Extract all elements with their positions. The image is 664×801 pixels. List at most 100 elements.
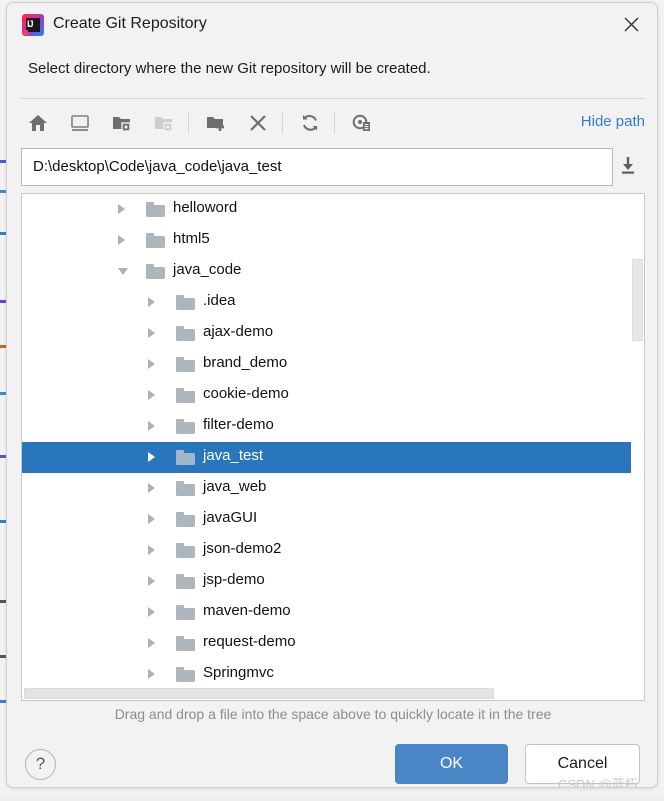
tree-row-list: helloword html5 java_code .idea ajax-demo bra… <box>22 194 644 690</box>
folder-icon <box>176 295 195 310</box>
toolbar-divider <box>282 112 283 134</box>
show-hidden-icon[interactable] <box>347 109 377 137</box>
tree-row[interactable]: java_test <box>22 442 644 473</box>
new-folder-icon[interactable] <box>201 109 231 137</box>
tree-row[interactable]: json-demo2 <box>22 535 644 566</box>
tree-row[interactable]: Springmvc <box>22 659 644 690</box>
chevron-right-icon[interactable] <box>148 607 155 617</box>
tree-row-label: javaGUI <box>203 509 258 526</box>
toolbar-divider <box>334 112 335 134</box>
chevron-right-icon[interactable] <box>148 514 155 524</box>
background-text <box>18 789 21 801</box>
tree-row-label: brand_demo <box>203 354 288 371</box>
path-input-value: D:\desktop\Code\java_code\java_test <box>33 158 282 175</box>
tree-row[interactable]: request-demo <box>22 628 644 659</box>
chevron-right-icon[interactable] <box>148 328 155 338</box>
tree-row-label: request-demo <box>203 633 296 650</box>
folder-icon <box>176 419 195 434</box>
chevron-right-icon[interactable] <box>148 359 155 369</box>
folder-icon <box>176 388 195 403</box>
chevron-right-icon[interactable] <box>148 545 155 555</box>
tree-row-label: .idea <box>203 292 236 309</box>
toolbar-divider <box>188 112 189 134</box>
folder-icon <box>176 636 195 651</box>
folder-icon <box>146 233 165 248</box>
chevron-down-icon[interactable] <box>118 268 128 275</box>
folder-icon <box>176 357 195 372</box>
tree-row-label: json-demo2 <box>203 540 282 557</box>
folder-icon <box>176 574 195 589</box>
module-folder-icon <box>149 109 179 137</box>
chevron-right-icon[interactable] <box>148 638 155 648</box>
home-icon[interactable] <box>23 109 53 137</box>
tree-row-label: java_web <box>203 478 267 495</box>
tree-row-label: java_code <box>173 261 242 278</box>
chevron-right-icon[interactable] <box>148 576 155 586</box>
tree-row[interactable]: cookie-demo <box>22 380 644 411</box>
scrollbar-thumb-vertical[interactable] <box>632 259 643 341</box>
tree-row-label: filter-demo <box>203 416 274 433</box>
chevron-right-icon[interactable] <box>148 421 155 431</box>
tree-row[interactable]: .idea <box>22 287 644 318</box>
path-row: D:\desktop\Code\java_code\java_test <box>21 148 645 188</box>
directory-tree[interactable]: helloword html5 java_code .idea ajax-demo bra… <box>21 193 645 701</box>
path-input[interactable]: D:\desktop\Code\java_code\java_test <box>21 148 613 186</box>
desktop-icon[interactable] <box>65 109 95 137</box>
watermark: CSDN @蓝朽 <box>558 777 638 788</box>
hide-path-link[interactable]: Hide path <box>581 113 645 130</box>
chevron-right-icon[interactable] <box>148 669 155 679</box>
chevron-right-icon[interactable] <box>148 297 155 307</box>
chevron-right-icon[interactable] <box>148 390 155 400</box>
tree-row[interactable]: filter-demo <box>22 411 644 442</box>
tree-row-label: Springmvc <box>203 664 274 681</box>
dialog-title: Create Git Repository <box>53 15 207 32</box>
tree-row[interactable]: jsp-demo <box>22 566 644 597</box>
folder-icon <box>146 202 165 217</box>
help-button[interactable]: ? <box>25 749 56 780</box>
ok-button[interactable]: OK <box>395 744 508 784</box>
download-arrow-icon[interactable] <box>617 154 645 182</box>
create-git-repository-dialog: IJ Create Git Repository Select director… <box>6 2 658 788</box>
file-chooser-toolbar: Hide path <box>21 105 645 141</box>
chevron-right-icon[interactable] <box>118 204 125 214</box>
refresh-icon[interactable] <box>295 109 325 137</box>
folder-icon <box>176 605 195 620</box>
close-icon[interactable] <box>615 9 647 39</box>
folder-icon <box>146 264 165 279</box>
tree-row[interactable]: ajax-demo <box>22 318 644 349</box>
tree-row[interactable]: helloword <box>22 194 644 225</box>
tree-row[interactable]: java_web <box>22 473 644 504</box>
dialog-prompt: Select directory where the new Git repos… <box>28 60 431 77</box>
tree-row[interactable]: brand_demo <box>22 349 644 380</box>
tree-row-label: helloword <box>173 199 238 216</box>
tree-row-label: cookie-demo <box>203 385 289 402</box>
tree-row[interactable]: java_code <box>22 256 644 287</box>
tree-row-label: maven-demo <box>203 602 291 619</box>
chevron-right-icon[interactable] <box>118 235 125 245</box>
delete-icon[interactable] <box>243 109 273 137</box>
folder-icon <box>176 326 195 341</box>
tree-row-label: jsp-demo <box>203 571 265 588</box>
tree-horizontal-scrollbar[interactable] <box>22 687 631 700</box>
scrollbar-thumb-horizontal[interactable] <box>24 688 494 699</box>
tree-row[interactable]: maven-demo <box>22 597 644 628</box>
folder-icon <box>176 543 195 558</box>
tree-vertical-scrollbar[interactable] <box>631 194 644 700</box>
tree-row[interactable]: javaGUI <box>22 504 644 535</box>
tree-row[interactable]: html5 <box>22 225 644 256</box>
tree-row-label: html5 <box>173 230 210 247</box>
chevron-right-icon[interactable] <box>148 483 155 493</box>
folder-icon <box>176 667 195 682</box>
folder-icon <box>176 450 195 465</box>
help-button-label: ? <box>35 754 46 773</box>
tree-row-label: java_test <box>203 447 264 464</box>
tree-row-label: ajax-demo <box>203 323 274 340</box>
separator <box>21 98 645 99</box>
drag-drop-hint: Drag and drop a file into the space abov… <box>114 706 552 722</box>
dialog-titlebar: IJ Create Git Repository <box>7 3 657 45</box>
folder-icon <box>176 512 195 527</box>
folder-icon <box>176 481 195 496</box>
intellij-idea-icon: IJ <box>22 14 44 36</box>
chevron-right-icon[interactable] <box>148 452 155 462</box>
project-folder-icon[interactable] <box>107 109 137 137</box>
